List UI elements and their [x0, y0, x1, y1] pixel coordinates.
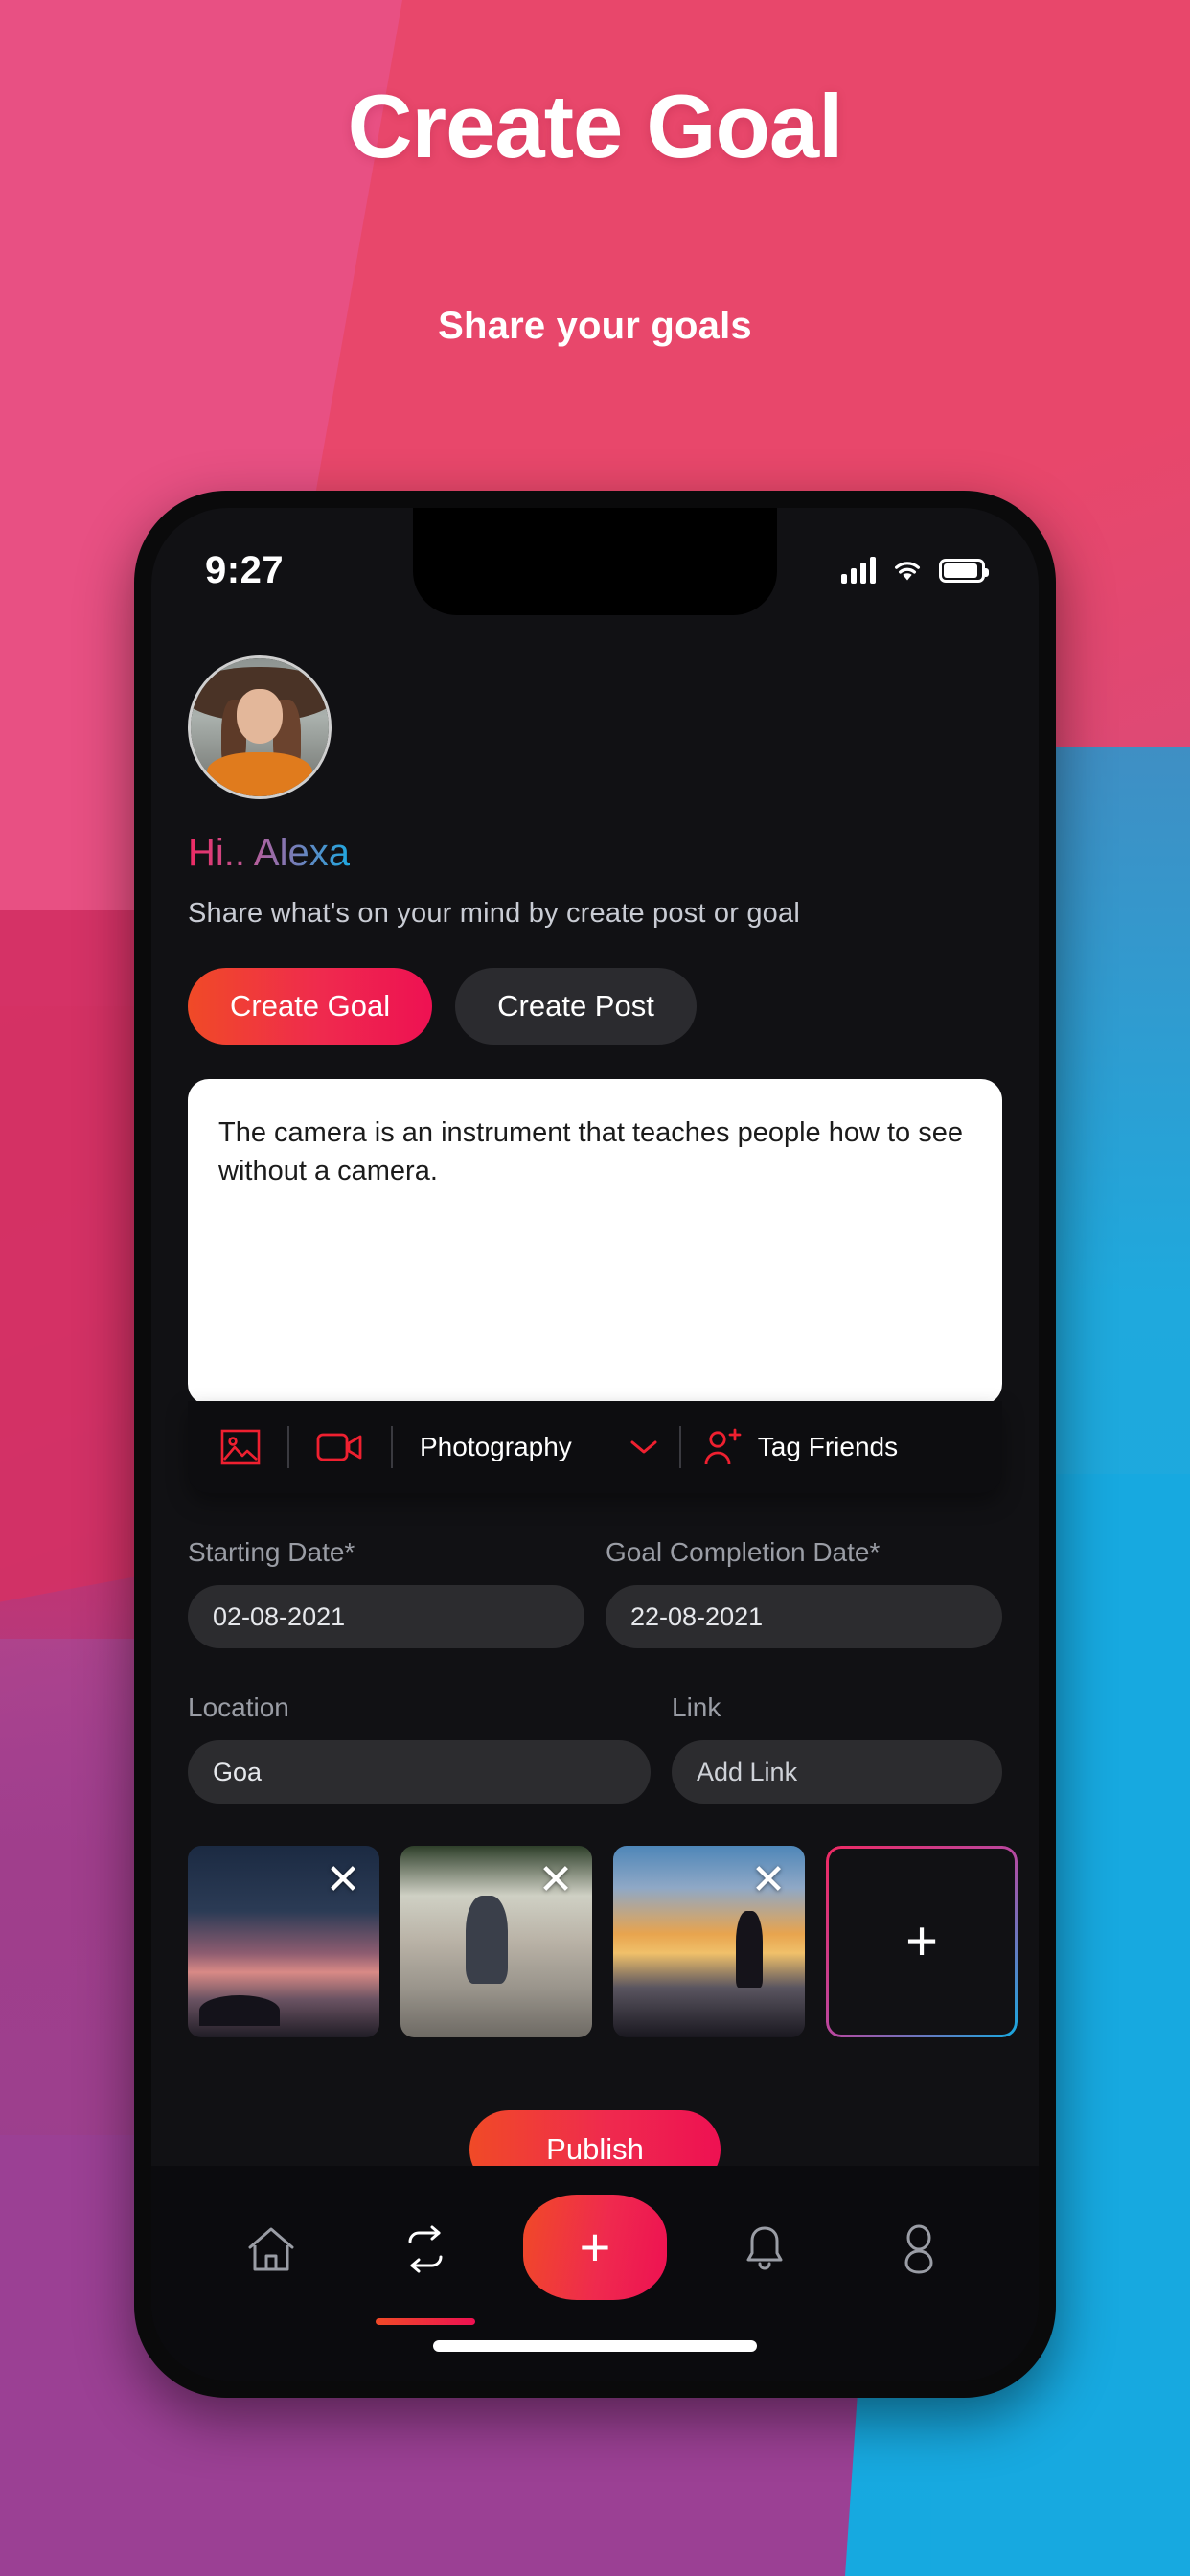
- location-label: Location: [188, 1692, 289, 1722]
- cellular-signal-icon: [841, 557, 876, 584]
- location-field: Location Goa: [188, 1692, 651, 1804]
- phone-mockup: 9:27 Hi.. Alexa Share what's on your min…: [134, 491, 1056, 2398]
- add-media-button[interactable]: +: [826, 1846, 1018, 2037]
- status-bar: 9:27: [151, 508, 1039, 615]
- nav-item-profile[interactable]: [861, 2206, 976, 2292]
- app-content: Hi.. Alexa Share what's on your mind by …: [151, 615, 1039, 2380]
- add-media-label: +: [905, 1910, 938, 1972]
- category-label: Photography: [420, 1432, 572, 1461]
- completion-date-field: Goal Completion Date* 22-08-2021: [606, 1537, 1002, 1648]
- completion-date-label: Goal Completion Date*: [606, 1537, 881, 1567]
- link-field: Link Add Link: [672, 1692, 1002, 1804]
- media-thumbnail[interactable]: ✕: [400, 1846, 592, 2037]
- media-thumbnail[interactable]: ✕: [613, 1846, 805, 2037]
- starting-date-field: Starting Date* 02-08-2021: [188, 1537, 584, 1648]
- greeting-text: Hi.. Alexa: [188, 832, 350, 874]
- media-thumbnail[interactable]: ✕: [188, 1846, 379, 2037]
- avatar[interactable]: [188, 656, 332, 799]
- link-label: Link: [672, 1692, 721, 1722]
- starting-date-input[interactable]: 02-08-2021: [188, 1585, 584, 1648]
- remove-media-icon[interactable]: ✕: [320, 1857, 366, 1903]
- tab-create-goal[interactable]: Create Goal: [188, 968, 433, 1045]
- composer-toolbar: Photography Tag Friends: [188, 1401, 1002, 1493]
- composer-textarea[interactable]: The camera is an instrument that teaches…: [188, 1079, 1002, 1405]
- create-fab-button[interactable]: +: [522, 2195, 667, 2300]
- remove-media-icon[interactable]: ✕: [745, 1857, 791, 1903]
- video-camera-icon[interactable]: [316, 1431, 364, 1463]
- tag-friends-label: Tag Friends: [757, 1432, 899, 1461]
- tagline-text: Share what's on your mind by create post…: [188, 898, 800, 929]
- tab-create-post[interactable]: Create Post: [455, 968, 697, 1045]
- add-person-icon: [704, 1428, 742, 1465]
- repeat-icon: [408, 2225, 443, 2273]
- remove-media-icon[interactable]: ✕: [533, 1857, 579, 1903]
- media-thumbnail-row: ✕ ✕ ✕ +: [188, 1846, 1018, 2037]
- chevron-down-icon[interactable]: [629, 1438, 658, 1456]
- composer-tabs: Create Goal Create Post: [188, 968, 1002, 1045]
- category-selector[interactable]: Photography: [420, 1432, 658, 1462]
- location-input[interactable]: Goa: [188, 1740, 651, 1804]
- bell-icon: [746, 2226, 783, 2270]
- phone-screen: 9:27 Hi.. Alexa Share what's on your min…: [151, 508, 1039, 2380]
- link-input[interactable]: Add Link: [672, 1740, 1002, 1804]
- completion-date-input[interactable]: 22-08-2021: [606, 1585, 1002, 1648]
- status-clock: 9:27: [205, 548, 285, 591]
- person-icon: [904, 2224, 933, 2274]
- battery-icon: [939, 558, 989, 583]
- nav-item-repeat[interactable]: [368, 2206, 483, 2325]
- status-icon-group: [841, 557, 989, 584]
- tag-friends-button[interactable]: Tag Friends: [702, 1428, 898, 1466]
- nav-item-home[interactable]: [214, 2206, 329, 2292]
- starting-date-label: Starting Date*: [188, 1537, 355, 1567]
- image-icon[interactable]: [220, 1429, 261, 1465]
- wifi-icon: [895, 562, 920, 581]
- location-link-row: Location Goa Link Add Link: [188, 1692, 1002, 1804]
- nav-active-indicator: [376, 2318, 476, 2325]
- promo-subtitle: Share your goals: [438, 305, 752, 347]
- home-indicator: [433, 2340, 757, 2352]
- promo-title: Create Goal: [347, 76, 844, 176]
- bottom-navigation: +: [151, 2166, 1039, 2380]
- nav-item-notifications[interactable]: [707, 2206, 822, 2292]
- date-field-row: Starting Date* 02-08-2021 Goal Completio…: [188, 1537, 1002, 1648]
- home-icon: [248, 2227, 294, 2271]
